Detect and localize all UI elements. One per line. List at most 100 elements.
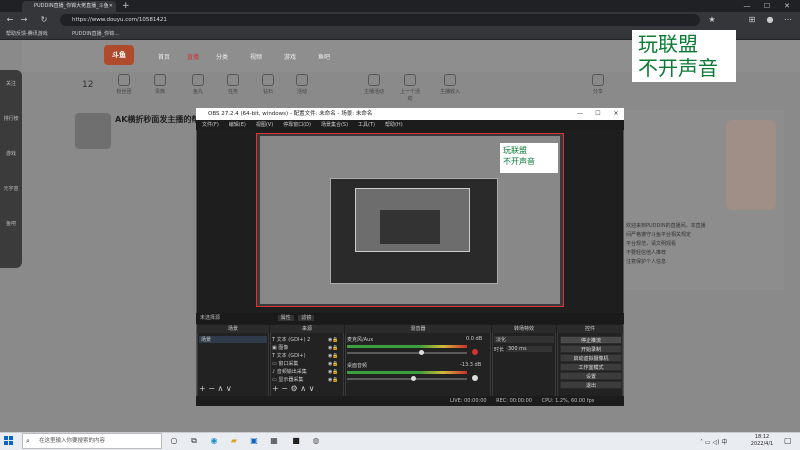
new-tab-icon[interactable]: +: [122, 0, 130, 12]
icon-row-item[interactable]: 主播活动: [362, 74, 386, 95]
filters-button[interactable]: 滤镜: [298, 315, 315, 321]
forward-icon[interactable]: →: [18, 12, 30, 28]
task-view-icon[interactable]: ⧉: [188, 435, 200, 447]
store-icon[interactable]: ■: [290, 435, 302, 447]
stop-streaming-button[interactable]: 停止推流: [560, 336, 622, 344]
menu-edit[interactable]: 编辑(E): [229, 122, 246, 128]
follower-count: 12: [82, 80, 94, 90]
menu-docks[interactable]: 停靠窗口(D): [283, 122, 311, 128]
volume-meter: [347, 371, 467, 374]
minimize-icon[interactable]: —: [740, 0, 754, 12]
volume-slider[interactable]: [347, 378, 467, 380]
icon-row-item[interactable]: 主播收入: [438, 74, 462, 95]
nav-game[interactable]: 游戏: [284, 52, 296, 61]
menu-icon[interactable]: ⋯: [782, 12, 794, 28]
obs-minimize-icon[interactable]: —: [572, 108, 588, 120]
profile-icon[interactable]: ●: [764, 12, 776, 28]
studio-mode-button[interactable]: 工作室模式: [560, 363, 622, 371]
settings-button[interactable]: 设置: [560, 372, 622, 380]
icon-row-item[interactable]: 任务: [221, 74, 245, 95]
icon-row-item[interactable]: 活动: [290, 74, 314, 95]
browser-tab[interactable]: PUDDIN直播_你锦大佬直播_斗鱼 ✕: [22, 1, 116, 12]
nav-video[interactable]: 视频: [250, 52, 262, 61]
star-icon[interactable]: ★: [706, 12, 718, 28]
streamer-avatar[interactable]: [75, 113, 111, 149]
taskbar-search-input[interactable]: 在这里输入你要搜索的内容: [22, 433, 162, 449]
nav-yuba[interactable]: 鱼吧: [318, 52, 330, 61]
file-explorer-icon[interactable]: ▰: [228, 435, 240, 447]
promo-banner[interactable]: [726, 120, 776, 210]
close-tab-icon[interactable]: ✕: [109, 1, 113, 12]
mixer-channel-db: -13.3 dB: [460, 362, 482, 368]
mail-icon[interactable]: ▣: [248, 435, 260, 447]
menu-help[interactable]: 帮助(H): [385, 122, 403, 128]
duration-input[interactable]: 300 ms: [506, 346, 552, 352]
back-icon[interactable]: ←: [4, 12, 16, 28]
volume-meter: [347, 345, 467, 348]
icon-row-item[interactable]: 粉丝团: [112, 74, 136, 95]
speaker-icon[interactable]: [472, 375, 478, 381]
site-logo[interactable]: 斗鱼: [104, 45, 134, 65]
nav-category[interactable]: 分类: [216, 52, 228, 61]
transition-select[interactable]: 淡化: [494, 336, 554, 343]
sidebar-item-rank[interactable]: 排行榜: [0, 115, 22, 122]
obs-maximize-icon[interactable]: ☐: [590, 108, 606, 120]
mute-icon[interactable]: [472, 349, 478, 355]
icon-row-item[interactable]: 分享: [586, 74, 610, 95]
menu-view[interactable]: 视图(V): [256, 122, 273, 128]
sidebar-item-metaverse[interactable]: 元宇宙: [0, 185, 22, 192]
close-window-icon[interactable]: ✕: [780, 0, 794, 12]
source-item[interactable]: ▭ 窗口采集: [272, 360, 298, 367]
menu-scene-collection[interactable]: 场景集合(S): [321, 122, 348, 128]
source-item[interactable]: ▭ 显示器采集: [272, 376, 303, 383]
tray-icons[interactable]: ˄ ▭ ◁) 中: [700, 437, 727, 446]
nav-home[interactable]: 首页: [158, 52, 170, 61]
obs-menu-bar: 文件(F) 编辑(E) 视图(V) 停靠窗口(D) 场景集合(S) 工具(T) 帮助(H): [196, 120, 624, 130]
source-item[interactable]: T 文本 (GDI+) 2: [272, 336, 310, 343]
scene-item[interactable]: 场景: [199, 336, 267, 343]
clock-time: 18:12: [754, 434, 770, 440]
taskbar-clock[interactable]: 18:12 2022/4/1: [748, 434, 776, 448]
rec-timer: REC: 00:00:00: [496, 398, 533, 404]
volume-knob[interactable]: [411, 376, 416, 381]
source-item[interactable]: T 文本 (GDI+): [272, 352, 306, 359]
obs-icon[interactable]: ◍: [310, 435, 322, 447]
app-icon[interactable]: ▦: [268, 435, 280, 447]
notification-icon[interactable]: ▢: [784, 436, 792, 445]
virtual-camera-button[interactable]: 启动虚拟摄像机: [560, 354, 622, 362]
sidebar-item-game[interactable]: 游戏: [0, 150, 22, 157]
preview-nested-window: [380, 210, 440, 244]
left-sidebar: [0, 70, 22, 268]
maximize-icon[interactable]: ☐: [760, 0, 774, 12]
mixer-channel-name: 麦克风/Aux: [347, 337, 374, 343]
volume-slider[interactable]: [347, 352, 467, 354]
source-item[interactable]: ▣ 图像: [272, 344, 288, 351]
watermark-line: 玩联盟: [503, 146, 527, 155]
start-recording-button[interactable]: 开始录制: [560, 345, 622, 353]
source-visibility-icons[interactable]: ◉🔒 ◉🔒 ◉🔒 ◉🔒 ◉🔒 ◉🔒: [328, 336, 339, 384]
sidebar-item-follow[interactable]: 关注: [0, 80, 22, 87]
bookmark-item[interactable]: PUDDIN直播_你锦...: [72, 28, 119, 40]
menu-tools[interactable]: 工具(T): [358, 122, 375, 128]
icon-row-item[interactable]: 贵族: [148, 74, 172, 95]
icon-row-item[interactable]: 鱼丸: [186, 74, 210, 95]
reload-icon[interactable]: ↻: [38, 12, 50, 28]
address-bar[interactable]: https://www.douyu.com/10581421: [60, 14, 700, 26]
bookmark-item[interactable]: 帮助反馈-腾讯游戏: [6, 28, 48, 40]
windows-start-icon[interactable]: [4, 436, 13, 445]
source-item[interactable]: ♪ 音频输出采集: [272, 368, 307, 375]
source-add-icon[interactable]: + − ⚙ ∧ ∨: [272, 384, 314, 393]
mixer-channel-db: 0.0 dB: [466, 336, 483, 342]
properties-button[interactable]: 属性: [277, 315, 294, 321]
menu-file[interactable]: 文件(F): [202, 122, 219, 128]
nav-live[interactable]: 直播: [187, 52, 199, 61]
obs-close-icon[interactable]: ✕: [608, 108, 624, 120]
collections-icon[interactable]: ⊞: [746, 12, 758, 28]
cortana-icon[interactable]: ○: [168, 435, 180, 447]
sidebar-item-yuba[interactable]: 鱼吧: [0, 220, 22, 227]
exit-button[interactable]: 退出: [560, 381, 622, 389]
icon-row-item[interactable]: 上一个活动: [398, 74, 422, 102]
icon-row-item[interactable]: 钻石: [256, 74, 280, 95]
scene-add-icon[interactable]: + − ∧ ∨: [199, 384, 232, 393]
edge-icon[interactable]: ◉: [208, 435, 220, 447]
